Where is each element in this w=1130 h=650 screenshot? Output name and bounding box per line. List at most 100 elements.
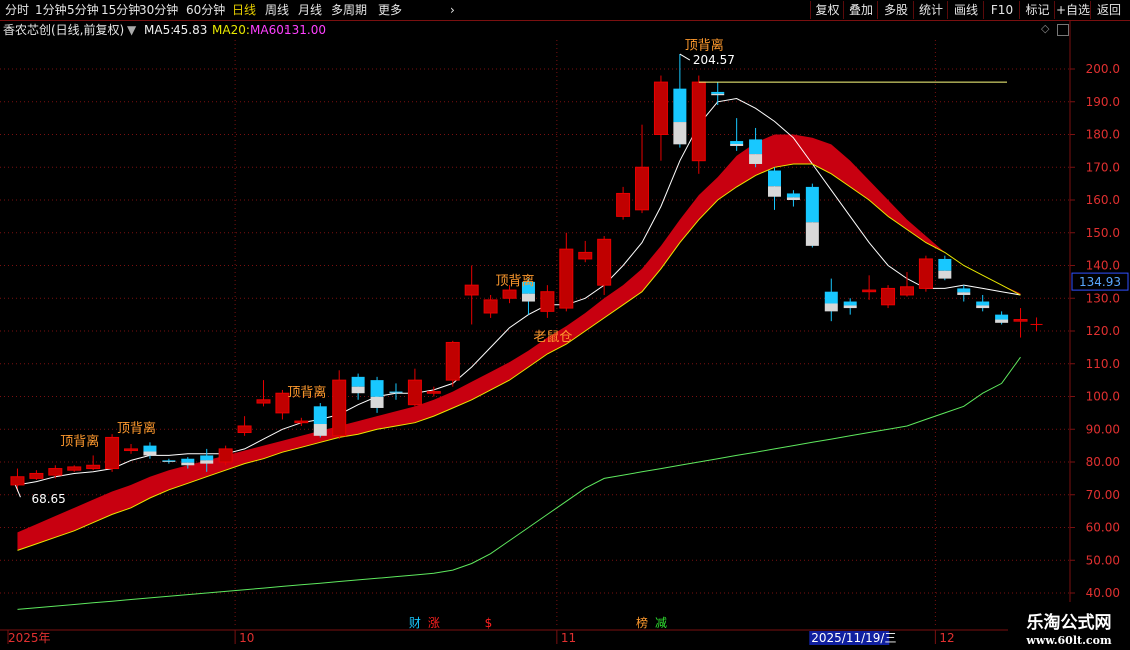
period-tab-9[interactable]: 多周期 [331, 1, 367, 19]
toolbar-button-3[interactable]: 统计 [913, 1, 948, 19]
date-tick-label: 10 [239, 631, 254, 645]
candle-body-up [332, 379, 347, 437]
candle-body-up [426, 391, 441, 394]
price-tick-label: 170.0 [1086, 160, 1120, 174]
candle-body-down [673, 88, 687, 123]
candle-body-down [995, 314, 1009, 320]
signal-label: 顶背离 [117, 421, 156, 437]
toolbar-button-8[interactable]: 返回 [1090, 1, 1127, 19]
candle-body-up [124, 448, 139, 452]
candle-body-up [218, 448, 233, 463]
candle-body-down-shade [843, 305, 857, 309]
candle-body-down [389, 391, 403, 393]
candlestick-chart[interactable]: 204.5768.65顶背离顶背离顶背离顶背离老鼠仓顶背离财涨 $ 榜减134.93… [0, 0, 1130, 650]
candle [370, 376, 384, 413]
toolbar-button-0[interactable]: 复权 [810, 1, 844, 19]
candle-body-down-shade [673, 122, 687, 145]
candle [881, 285, 896, 309]
period-tab-1[interactable]: 1分钟 [35, 1, 67, 19]
price-tick-label: 140.0 [1086, 259, 1120, 273]
stock-title: 香农芯创(日线,前复权) [3, 23, 125, 37]
toolbar-button-2[interactable]: 多股 [877, 1, 914, 19]
chart-background [0, 0, 1130, 650]
candle-body-down-shade [389, 392, 403, 394]
candle-body-down [786, 193, 800, 198]
price-tick-label: 70.00 [1086, 488, 1120, 502]
period-tab-5[interactable]: 60分钟 [186, 1, 225, 19]
price-tick-label: 120.0 [1086, 324, 1120, 338]
candle [805, 183, 819, 248]
date-tick-label: 2025年 [8, 631, 51, 645]
period-tab-3[interactable]: 15分钟 [101, 1, 140, 19]
ma5-label: MA5: [144, 23, 175, 37]
candle-body-down [843, 301, 857, 306]
candle-body-down-shade [521, 293, 535, 302]
signal-label: 顶背离 [60, 434, 99, 450]
candle-body-down-shade [976, 305, 990, 309]
period-tab-0[interactable]: 分时 [5, 1, 29, 19]
candle-body-up [540, 291, 555, 312]
period-toolbar: 分时 1分钟 5分钟 15分钟 30分钟 60分钟 日线 周线 月线 多周期 更多 › 复权 叠加 多股 统计… [0, 0, 1130, 21]
candle-body-down-shade [938, 270, 952, 279]
candle-body-down-shade [805, 222, 819, 246]
toolbar-button-1[interactable]: 叠加 [843, 1, 878, 19]
date-tick-label: 11 [561, 631, 576, 645]
price-tick-label: 110.0 [1086, 357, 1120, 371]
ma5-value: 45.83 [173, 23, 208, 37]
period-tab-2[interactable]: 5分钟 [67, 1, 99, 19]
candle-body-up [597, 238, 612, 286]
toolbar-button-7[interactable]: +自选 [1054, 1, 1091, 19]
diamond-icon[interactable]: ◇ [1041, 23, 1051, 34]
candle-body-down-shade [200, 460, 214, 464]
period-tab-7[interactable]: 周线 [265, 1, 289, 19]
candle-body-up [653, 81, 668, 135]
price-tick-label: 150.0 [1086, 226, 1120, 240]
price-tick-label: 50.00 [1086, 553, 1120, 567]
price-tick-label: 80.00 [1086, 455, 1120, 469]
current-price-label: 134.93 [1079, 275, 1121, 289]
candle-body-down [749, 139, 763, 155]
price-tick-label: 200.0 [1086, 62, 1120, 76]
candle-body-up [86, 464, 101, 470]
candle-body-up [105, 436, 120, 470]
candle-body-up [10, 476, 25, 486]
toolbar-button-4[interactable]: 画线 [947, 1, 984, 19]
period-tab-8[interactable]: 月线 [298, 1, 322, 19]
candle [332, 370, 347, 440]
candle-body-down-shade [824, 303, 838, 312]
toolbar-button-6[interactable]: 标记 [1019, 1, 1055, 19]
candle-body-down-shade [313, 424, 327, 436]
candle [218, 445, 233, 466]
period-tab-10[interactable]: 更多 [378, 1, 402, 19]
candle-body-down-shade [786, 197, 800, 200]
price-tick-label: 190.0 [1086, 95, 1120, 109]
candle-body-up [464, 284, 479, 296]
candle-body-down-shade [749, 154, 763, 164]
candle-body-up [881, 287, 896, 306]
price-tick-label: 90.00 [1086, 422, 1120, 436]
candle-body-down [181, 458, 195, 463]
candle-body-down [938, 258, 952, 271]
candle-body-up [899, 286, 914, 296]
candle-body-down-shade [711, 93, 725, 96]
candle-body-down [162, 460, 176, 462]
ma20-label: MA20: [212, 23, 250, 37]
candle-body-up [407, 379, 422, 406]
info-toggle-icon[interactable]: ▼ [127, 21, 136, 39]
candle-body-up [559, 248, 574, 309]
event-marker: 榜 [636, 615, 648, 630]
event-marker: $ [485, 616, 493, 630]
site-watermark: 乐淘公式网 www.60lt.com [1008, 602, 1130, 650]
period-tab-4[interactable]: 30分钟 [139, 1, 178, 19]
more-chevron-icon[interactable]: › [450, 1, 455, 19]
candle-body-up [1013, 319, 1028, 322]
candle [938, 255, 952, 281]
period-tab-6[interactable]: 日线 [232, 1, 256, 19]
candle-body-up [294, 420, 309, 424]
candle-body-down-shade [351, 386, 365, 394]
candle-body-up [67, 466, 82, 471]
low-price-label: 68.65 [31, 492, 65, 506]
toolbar-button-5[interactable]: F10 [983, 1, 1020, 19]
candle-body-up [635, 166, 650, 211]
maximize-icon[interactable] [1057, 24, 1069, 36]
